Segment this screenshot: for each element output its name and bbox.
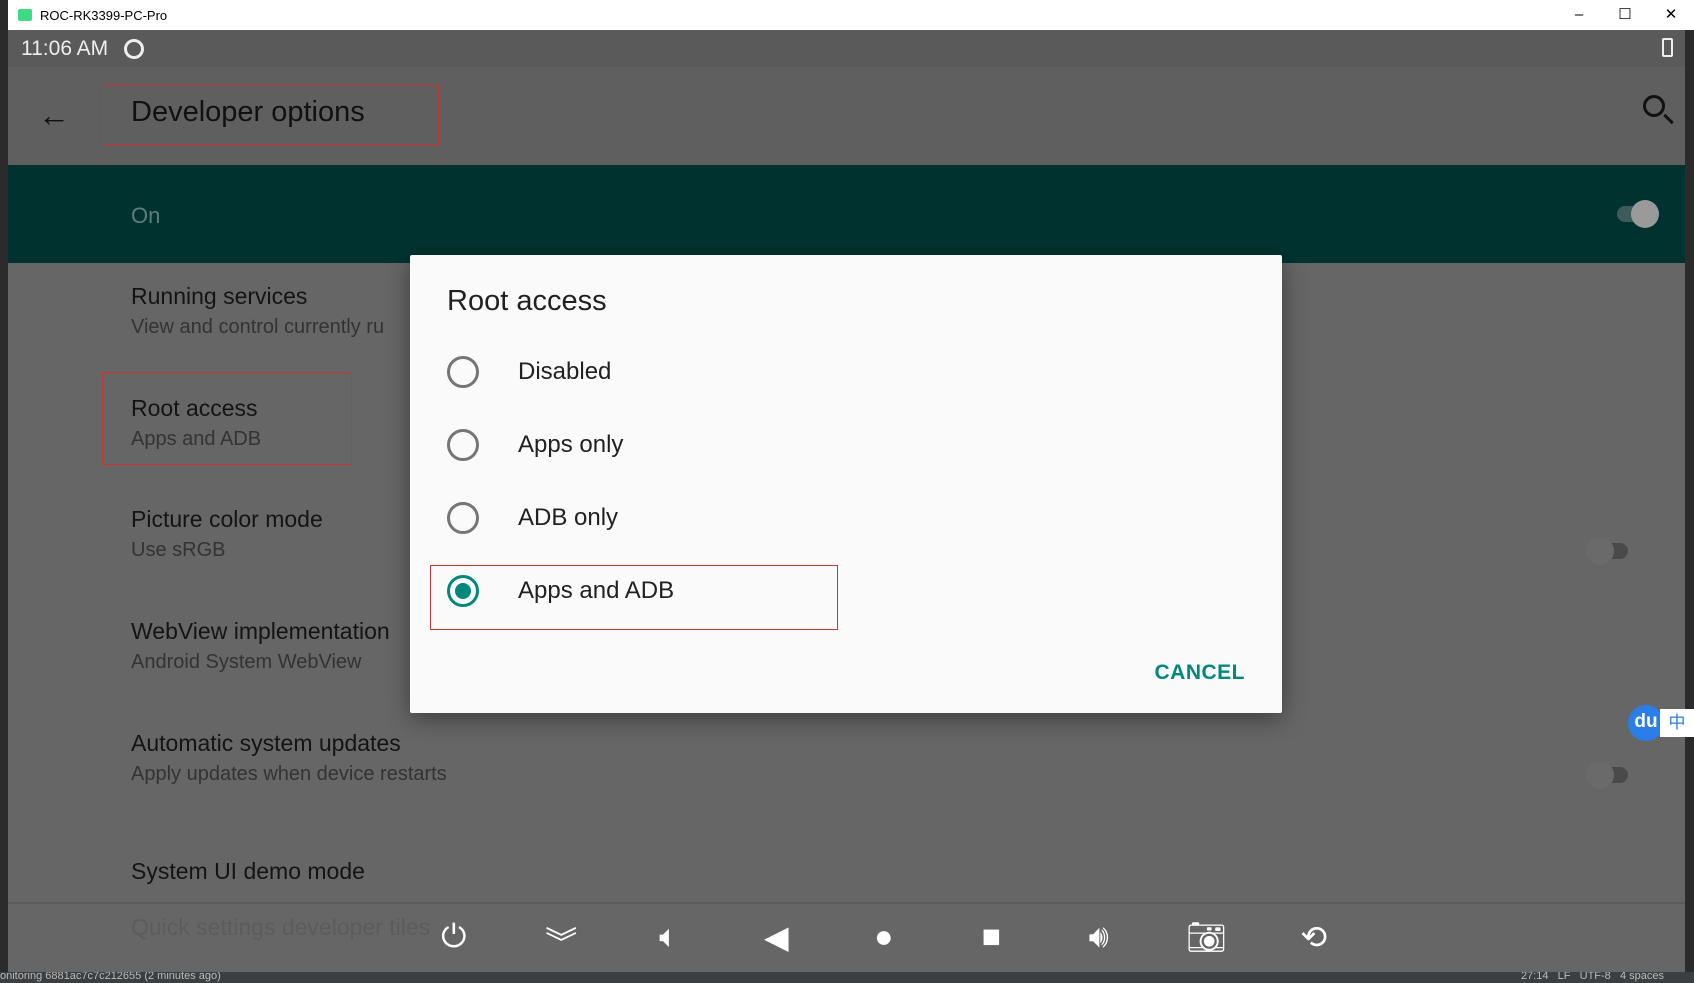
notifications-expand-icon[interactable]: ︾ — [508, 918, 616, 964]
status-time: 11:06 AM — [21, 36, 109, 60]
window-title: ROC-RK3399-PC-Pro — [40, 7, 168, 23]
option-apps-only[interactable]: Apps only — [447, 425, 623, 465]
root-access-dialog: Root access Disabled Apps only ADB only … — [410, 255, 1282, 713]
setting-auto-updates[interactable]: Automatic system updates Apply updates wh… — [131, 730, 447, 786]
volume-down-icon[interactable]: 🔈︎ — [615, 918, 723, 964]
option-disabled[interactable]: Disabled — [447, 352, 611, 392]
window-titlebar: ROC-RK3399-PC-Pro – ☐ ✕ — [8, 0, 1694, 30]
status-bar: 11:06 AM — [8, 30, 1685, 67]
search-icon[interactable] — [1643, 95, 1665, 117]
ide-status-left: onitoring 6881ac7c7c212655 (2 minutes ag… — [0, 972, 221, 982]
setting-running-services[interactable]: Running services View and control current… — [131, 283, 384, 339]
radio-button[interactable] — [447, 429, 479, 461]
ide-status-strip: onitoring 6881ac7c7c212655 (2 minutes ag… — [0, 972, 1694, 983]
rotate-icon[interactable]: ⟲ — [1260, 918, 1368, 964]
setting-quick-tiles[interactable]: Quick settings developer tiles — [131, 914, 430, 941]
volume-up-icon[interactable]: 🔊︎ — [1045, 918, 1153, 964]
option-adb-only[interactable]: ADB only — [447, 498, 618, 538]
radio-button-selected[interactable] — [447, 575, 479, 607]
picture-color-toggle[interactable] — [1586, 537, 1628, 565]
baidu-ime-logo[interactable]: du — [1628, 705, 1664, 741]
setting-webview[interactable]: WebView implementation Android System Web… — [131, 618, 390, 674]
auto-updates-toggle[interactable] — [1586, 761, 1628, 789]
setting-root-access[interactable]: Root access Apps and ADB — [131, 395, 261, 451]
radio-button[interactable] — [447, 502, 479, 534]
maximize-button[interactable]: ☐ — [1602, 0, 1648, 30]
power-icon[interactable]: ⏻ — [400, 918, 508, 964]
home-circle-icon[interactable]: ● — [830, 918, 938, 964]
master-switch-bar[interactable]: On — [8, 165, 1685, 263]
cancel-button[interactable]: CANCEL — [1155, 661, 1246, 685]
android-app-icon — [18, 9, 32, 21]
minimize-button[interactable]: – — [1556, 0, 1602, 30]
back-arrow-icon[interactable]: ← — [38, 97, 70, 134]
battery-icon — [1662, 38, 1673, 57]
master-switch-label: On — [131, 203, 161, 228]
setting-demo-mode[interactable]: System UI demo mode — [131, 858, 365, 885]
radio-button[interactable] — [447, 356, 479, 388]
sync-icon — [124, 38, 145, 59]
back-triangle-icon[interactable]: ◀ — [723, 918, 831, 964]
page-title: Developer options — [103, 85, 439, 145]
master-toggle[interactable] — [1617, 200, 1659, 228]
option-apps-and-adb[interactable]: Apps and ADB — [447, 571, 674, 611]
ide-background — [0, 30, 8, 972]
navigation-bar: Quick settings developer tiles ⏻ ︾ 🔈︎ ◀ … — [8, 902, 1685, 972]
ide-status-right: 27:14 LF UTF-8 4 spaces — [1520, 972, 1664, 982]
close-button[interactable]: ✕ — [1648, 0, 1694, 30]
recents-square-icon[interactable]: ■ — [938, 918, 1046, 964]
setting-picture-color-mode[interactable]: Picture color mode Use sRGB — [131, 506, 323, 562]
camera-icon[interactable]: 📷︎ — [1153, 918, 1261, 964]
ime-mode-indicator[interactable]: 中 — [1660, 709, 1694, 737]
dialog-title: Root access — [447, 285, 607, 317]
